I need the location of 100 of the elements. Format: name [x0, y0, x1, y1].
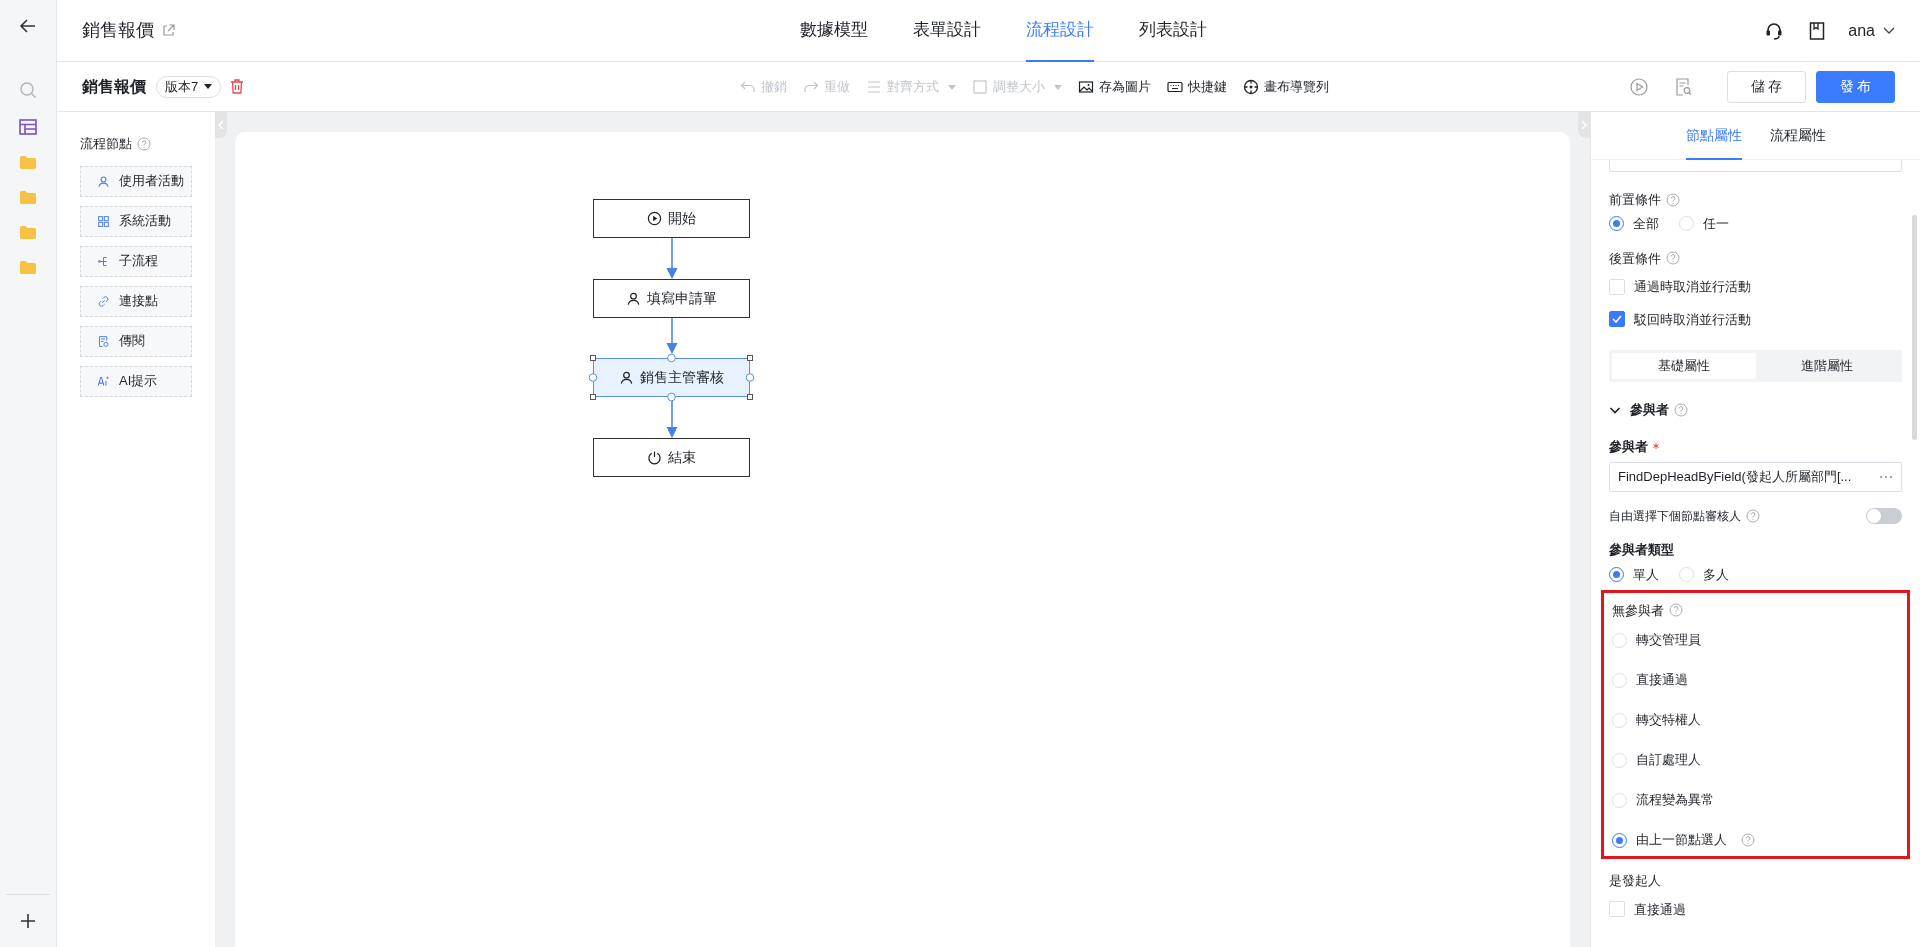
flow-node[interactable]: 銷售主管審核 [593, 358, 750, 397]
book-icon[interactable] [1809, 21, 1826, 40]
play-icon [647, 211, 662, 226]
field-label: 無參與者 [1612, 601, 1664, 620]
option-label[interactable]: 單人 [1633, 566, 1659, 583]
align-icon [866, 79, 882, 95]
checkbox[interactable] [1609, 311, 1625, 328]
resize-icon [972, 79, 988, 95]
nav-tab[interactable]: 表單設計 [913, 0, 981, 62]
field-label: 後置條件 [1609, 249, 1661, 268]
connector-arrow [665, 318, 678, 354]
field-label: 前置條件 [1609, 191, 1661, 209]
option-label[interactable]: 駁回時取消並行活動 [1634, 309, 1751, 329]
toggle-switch[interactable] [1866, 508, 1902, 524]
person-icon [97, 174, 110, 188]
toolbar-button[interactable]: 畫布導覽列 [1243, 77, 1329, 97]
option-label[interactable]: 轉交管理員 [1636, 632, 1701, 648]
toolbar-button[interactable]: 快捷鍵 [1167, 77, 1227, 97]
sparkle-icon [97, 374, 110, 388]
option-label[interactable]: 流程變為異常 [1636, 792, 1714, 808]
folder-icon[interactable] [19, 190, 37, 205]
field-label: 參與者 [1609, 437, 1648, 456]
option-label[interactable]: 自訂處理人 [1636, 752, 1701, 768]
redo-icon [803, 79, 819, 95]
toolbar-button[interactable]: 存為圖片 [1078, 77, 1151, 97]
option-label[interactable]: 多人 [1703, 566, 1729, 583]
help-icon[interactable] [1666, 251, 1680, 266]
help-icon[interactable] [137, 136, 151, 151]
panel-tab[interactable]: 節點屬性 [1685, 112, 1742, 160]
flow-node[interactable]: 結束 [593, 438, 750, 477]
user-menu[interactable]: ana [1848, 18, 1895, 43]
help-icon[interactable] [1741, 833, 1755, 847]
panel-title: 流程節點 [80, 135, 132, 153]
collapse-handle[interactable] [1578, 112, 1590, 138]
process-name: 銷售報價 [82, 76, 146, 97]
option-label[interactable]: 直接通過 [1634, 899, 1686, 919]
nav-tab[interactable]: 數據模型 [800, 0, 868, 62]
publish-button[interactable]: 發 布 [1816, 70, 1895, 103]
help-icon[interactable] [1674, 402, 1688, 417]
help-icon[interactable] [1669, 603, 1683, 618]
option-label[interactable]: 由上一節點選人 [1636, 832, 1727, 848]
add-icon[interactable] [20, 913, 36, 929]
user-name: ana [1848, 20, 1875, 41]
section-title: 參與者 [1630, 401, 1669, 419]
external-link-icon[interactable] [162, 24, 175, 37]
collapse-handle[interactable] [215, 112, 227, 138]
participant-field[interactable]: FindDepHeadByField(發起人所屬部門[... [1609, 462, 1902, 492]
crosshair-icon [1243, 79, 1259, 95]
grid-icon [97, 214, 110, 228]
person-icon [626, 291, 641, 306]
more-icon[interactable] [1879, 475, 1893, 479]
palette-item[interactable]: 子流程 [80, 245, 192, 277]
palette-item[interactable]: 連接點 [80, 285, 192, 317]
segment-tab[interactable]: 基礎屬性 [1612, 353, 1756, 379]
caret-icon [204, 84, 213, 89]
flow-node[interactable]: 填寫申請單 [593, 279, 750, 318]
image-icon [1078, 79, 1094, 95]
help-icon[interactable] [1666, 192, 1680, 207]
option-label[interactable]: 任一 [1703, 215, 1729, 232]
undo-icon [740, 79, 756, 95]
segment-tab[interactable]: 進階屬性 [1755, 353, 1899, 379]
option-label[interactable]: 全部 [1633, 215, 1659, 232]
connector-arrow [665, 401, 678, 438]
nav-tab[interactable]: 流程設計 [1026, 0, 1094, 62]
search-icon[interactable] [19, 81, 37, 99]
chevron-down-icon [1883, 26, 1895, 35]
preview-icon[interactable] [1676, 77, 1692, 96]
table-icon[interactable] [19, 119, 37, 135]
panel-tab[interactable]: 流程屬性 [1769, 112, 1826, 160]
save-button[interactable]: 儲 存 [1727, 70, 1806, 103]
nav-tab[interactable]: 列表設計 [1139, 0, 1207, 62]
connector-arrow [665, 238, 678, 279]
play-icon[interactable] [1630, 77, 1648, 96]
link-icon [97, 294, 110, 308]
palette-item[interactable]: 系統活動 [80, 205, 192, 237]
trash-icon[interactable] [230, 79, 245, 94]
folder-icon[interactable] [19, 155, 37, 170]
checkmark-icon [1612, 315, 1622, 324]
keyboard-icon [1167, 79, 1183, 95]
app-title: 銷售報價 [82, 19, 154, 42]
scrollbar-thumb[interactable] [1912, 215, 1917, 440]
folder-icon[interactable] [19, 260, 37, 275]
palette-item[interactable]: 使用者活動 [80, 165, 192, 197]
help-icon[interactable] [1746, 509, 1760, 523]
field-label: 是發起人 [1609, 872, 1661, 890]
field-label: 參與者類型 [1609, 541, 1674, 559]
back-arrow-icon[interactable] [19, 17, 37, 35]
document-icon [97, 334, 110, 348]
field-label: 自由選擇下個節點審核人 [1609, 508, 1741, 525]
headset-icon[interactable] [1764, 20, 1785, 41]
palette-item[interactable]: 傳閱 [80, 325, 192, 357]
palette-item[interactable]: AI提示 [80, 365, 192, 397]
option-label[interactable]: 直接通過 [1636, 672, 1688, 688]
flow-node[interactable]: 開始 [593, 199, 750, 238]
person-icon [619, 370, 634, 385]
power-icon [647, 450, 662, 465]
folder-icon[interactable] [19, 225, 37, 240]
option-label[interactable]: 轉交特權人 [1636, 712, 1701, 728]
option-label[interactable]: 通過時取消並行活動 [1634, 277, 1751, 297]
branch-icon [97, 254, 110, 268]
